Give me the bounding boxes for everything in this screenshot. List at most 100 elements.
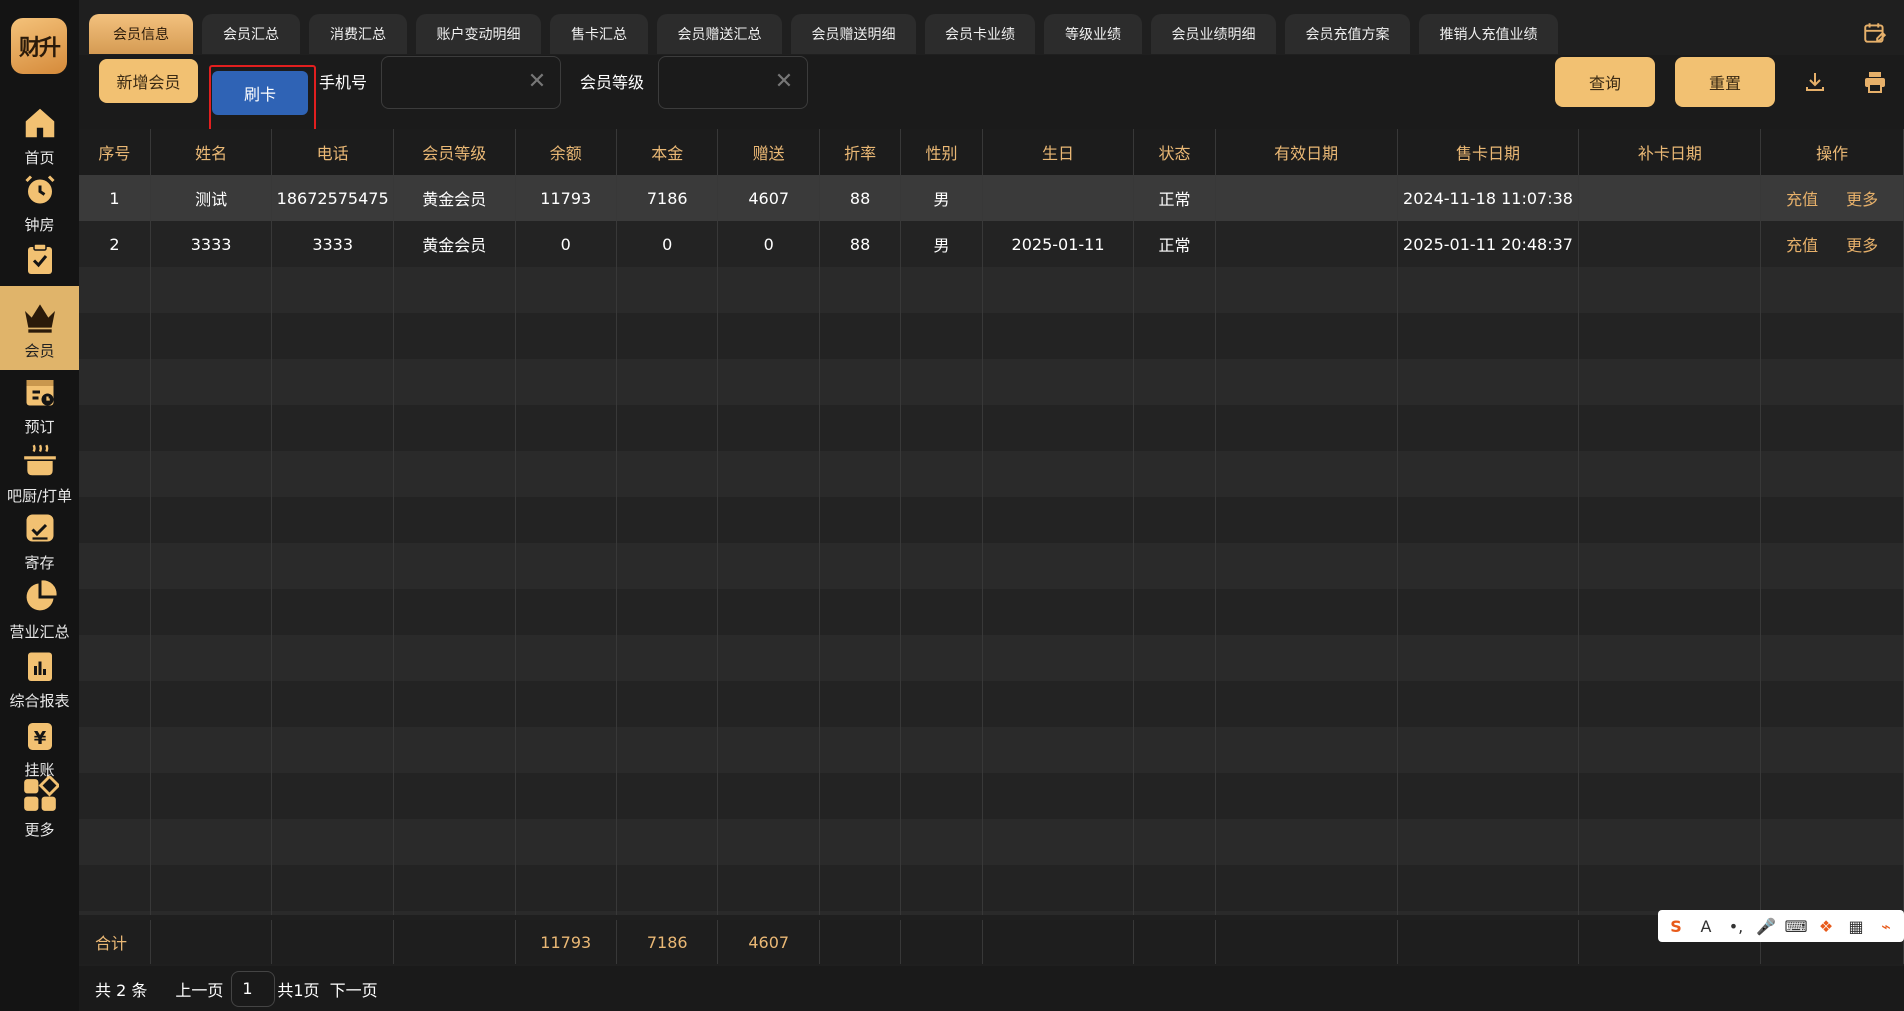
column-header-0[interactable]: 序号: [79, 129, 151, 175]
print-icon[interactable]: [1863, 70, 1887, 94]
cell-birthday: [982, 497, 1135, 543]
column-header-11[interactable]: 有效日期: [1215, 129, 1398, 175]
reset-button[interactable]: 重置: [1675, 57, 1775, 107]
cell-reissue_date: [1578, 635, 1762, 681]
totals-gift: 4607: [717, 920, 820, 964]
cell-sale_date: [1397, 267, 1580, 313]
cell-gender: [900, 635, 983, 681]
tab-1[interactable]: 会员汇总: [202, 14, 300, 54]
tab-8[interactable]: 等级业绩: [1044, 14, 1142, 54]
ime-toolbox-icon[interactable]: ▦: [1846, 916, 1866, 936]
column-header-7[interactable]: 折率: [819, 129, 902, 175]
phone-input[interactable]: ✕: [381, 56, 561, 109]
more-link[interactable]: 更多: [1846, 190, 1878, 209]
add-member-button[interactable]: 新增会员: [99, 59, 198, 103]
cell-gender: [900, 497, 983, 543]
sidebar-item-7[interactable]: 营业汇总: [0, 569, 79, 649]
recharge-link[interactable]: 充值: [1786, 236, 1818, 255]
cell-reissue_date: [1578, 405, 1762, 451]
cell-level: [393, 589, 516, 635]
cell-phone: [271, 267, 394, 313]
cell-level: [393, 865, 516, 911]
cooking-pot-icon: [20, 441, 60, 481]
cell-actions: [1760, 681, 1904, 727]
cell-balance: [515, 451, 617, 497]
column-header-9[interactable]: 生日: [982, 129, 1135, 175]
tab-9[interactable]: 会员业绩明细: [1151, 14, 1276, 54]
prev-page-button[interactable]: 上一页: [175, 977, 223, 1001]
tab-5[interactable]: 会员赠送汇总: [657, 14, 782, 54]
cell-gift: [717, 635, 820, 681]
query-button[interactable]: 查询: [1555, 57, 1655, 107]
cell-level: 黄金会员: [393, 175, 516, 221]
page-number-input[interactable]: 1: [231, 970, 276, 1007]
column-header-3[interactable]: 会员等级: [393, 129, 516, 175]
cell-discount: 88: [819, 175, 902, 221]
ime-font-icon[interactable]: A: [1696, 916, 1716, 936]
ime-keyboard-icon[interactable]: ⌨: [1784, 916, 1807, 936]
cell-discount: [819, 543, 902, 589]
tab-6[interactable]: 会员赠送明细: [791, 14, 916, 54]
column-header-14[interactable]: 操作: [1760, 129, 1904, 175]
sidebar-item-3[interactable]: 会员: [0, 286, 79, 370]
tab-11[interactable]: 推销人充值业绩: [1419, 14, 1558, 54]
tab-7[interactable]: 会员卡业绩: [925, 14, 1035, 54]
cell-sale_date: [1397, 497, 1580, 543]
calendar-edit-icon[interactable]: [1862, 20, 1888, 46]
cell-gift: [717, 359, 820, 405]
cell-reissue_date: [1578, 497, 1762, 543]
column-header-2[interactable]: 电话: [271, 129, 394, 175]
cell-balance: [515, 865, 617, 911]
table-row[interactable]: 2 3333 3333 黄金会员 0 0 0 88 男 2025-01-11 正常 2025-01-1…: [79, 221, 1904, 267]
clear-level-icon[interactable]: ✕: [773, 71, 795, 93]
tab-0[interactable]: 会员信息: [89, 14, 193, 54]
cell-name: [150, 543, 273, 589]
cell-principal: [616, 313, 719, 359]
sidebar-item-10[interactable]: 更多: [0, 772, 79, 842]
column-header-8[interactable]: 性别: [900, 129, 983, 175]
download-icon[interactable]: [1803, 70, 1827, 94]
ime-logo-icon[interactable]: S: [1666, 916, 1686, 936]
next-page-button[interactable]: 下一页: [330, 977, 378, 1001]
tab-4[interactable]: 售卡汇总: [550, 14, 648, 54]
cell-gender: 男: [900, 175, 983, 221]
sidebar-item-8[interactable]: 综合报表: [0, 638, 79, 718]
clear-phone-icon[interactable]: ✕: [526, 71, 548, 93]
cell-reissue_date: [1578, 773, 1762, 819]
cell-phone: 3333: [271, 221, 394, 267]
column-header-10[interactable]: 状态: [1133, 129, 1216, 175]
cell-no: [79, 589, 151, 635]
swipe-card-button[interactable]: 刷卡: [212, 71, 308, 115]
ime-skin-icon[interactable]: ❖: [1816, 916, 1836, 936]
table-row[interactable]: 1 测试 18672575475 黄金会员 11793 7186 4607 88 男 正常 2024…: [79, 175, 1904, 221]
cell-discount: [819, 313, 902, 359]
cell-balance: [515, 543, 617, 589]
column-header-4[interactable]: 余额: [515, 129, 617, 175]
column-header-13[interactable]: 补卡日期: [1578, 129, 1762, 175]
ime-microphone-icon[interactable]: 🎤: [1756, 916, 1776, 936]
column-header-12[interactable]: 售卡日期: [1397, 129, 1580, 175]
cell-gender: [900, 865, 983, 911]
sidebar-item-6[interactable]: 寄存: [0, 500, 79, 580]
cell-actions: 充值 更多: [1760, 175, 1904, 221]
cell-status: [1133, 819, 1216, 865]
tab-2[interactable]: 消费汇总: [309, 14, 407, 54]
tab-3[interactable]: 账户变动明细: [416, 14, 541, 54]
ime-punctuation-icon[interactable]: •,: [1726, 916, 1746, 936]
table-row: [79, 773, 1904, 819]
cell-discount: [819, 589, 902, 635]
column-header-1[interactable]: 姓名: [150, 129, 273, 175]
cell-status: [1133, 267, 1216, 313]
more-link[interactable]: 更多: [1846, 236, 1878, 255]
cell-sale_date: 2025-01-11 20:48:37: [1397, 221, 1580, 267]
tab-10[interactable]: 会员充值方案: [1285, 14, 1410, 54]
member-level-select[interactable]: ✕: [658, 56, 808, 109]
column-header-5[interactable]: 本金: [616, 129, 719, 175]
recharge-link[interactable]: 充值: [1786, 190, 1818, 209]
column-header-6[interactable]: 赠送: [717, 129, 820, 175]
cell-name: [150, 727, 273, 773]
cell-gift: [717, 773, 820, 819]
sidebar-item-1[interactable]: 钟房: [0, 162, 79, 242]
cell-no: [79, 635, 151, 681]
ime-extra-icon[interactable]: ⌁: [1876, 916, 1896, 936]
